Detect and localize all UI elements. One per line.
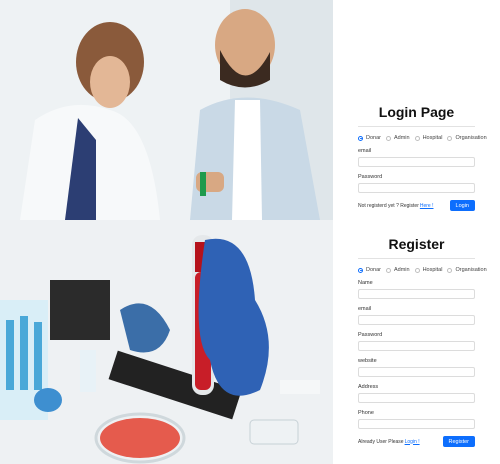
lab-scientists-illustration [0,0,333,220]
register-here-link[interactable]: Here ! [420,203,434,209]
register-password-input[interactable] [358,341,475,351]
login-footer-text: Not registerd yet ? RegisterHere ! [358,203,433,209]
login-password-input[interactable] [358,183,475,193]
register-role-group: Donar Admin Hospital Organisation [358,267,487,273]
register-phone-input[interactable] [358,419,475,429]
register-role-label-donar: Donar [366,267,381,273]
login-footer: Not registerd yet ? RegisterHere ! Login [358,200,475,211]
login-email-input[interactable] [358,157,475,167]
login-role-label-admin: Admin [393,135,410,141]
register-form: Register Donar Admin Hospital Organisati… [358,236,487,447]
register-footer-text: Already User PleaseLogin ! [358,439,420,445]
login-title: Login Page [378,104,455,120]
login-role-radio-organisation[interactable] [447,135,453,141]
login-role-label-hospital: Hospital [422,135,443,141]
blood-sample-image [0,220,333,464]
login-role-radio-donar[interactable] [358,135,363,141]
register-address-input[interactable] [358,393,475,403]
login-email-label: email [358,148,372,154]
register-address-label: Address [358,384,379,390]
register-button[interactable]: Register [442,436,475,447]
register-divider [358,258,475,259]
register-title: Register [388,236,445,252]
register-role-label-hospital: Hospital [422,267,443,273]
register-role-label-admin: Admin [393,267,410,273]
login-form: Login Page Donar Admin Hospital Organisa… [358,104,487,211]
login-role-label-donar: Donar [366,135,381,141]
register-phone-label: Phone [358,410,374,416]
login-button[interactable]: Login [449,200,475,211]
login-role-radio-hospital[interactable] [414,135,420,141]
register-website-input[interactable] [358,367,475,377]
login-role-radio-admin[interactable] [385,135,391,141]
login-role-group: Donar Admin Hospital Organisation [358,135,487,141]
register-email-label: email [358,306,372,312]
register-footer-prefix: Already User Please [358,438,404,445]
register-name-input[interactable] [358,289,475,299]
register-name-label: Name [358,280,373,286]
blood-sample-illustration [0,220,333,464]
register-role-radio-organisation[interactable] [447,267,453,273]
register-password-label: Password [358,332,383,338]
lab-scientists-image [0,0,333,220]
register-email-input[interactable] [358,315,475,325]
login-divider [358,126,475,127]
auth-panel: Login Page Donar Admin Hospital Organisa… [333,0,500,464]
register-role-radio-donar[interactable] [358,267,363,273]
register-website-label: website [358,358,377,364]
register-role-radio-admin[interactable] [385,267,391,273]
register-footer: Already User PleaseLogin ! Register [358,436,475,447]
register-role-radio-hospital[interactable] [414,267,420,273]
login-footer-prefix: Not registerd yet ? Register [358,202,419,209]
login-role-label-organisation: Organisation [455,135,487,141]
register-role-label-organisation: Organisation [455,267,487,273]
login-here-link[interactable]: Login ! [405,439,420,445]
login-password-label: Password [358,174,383,180]
